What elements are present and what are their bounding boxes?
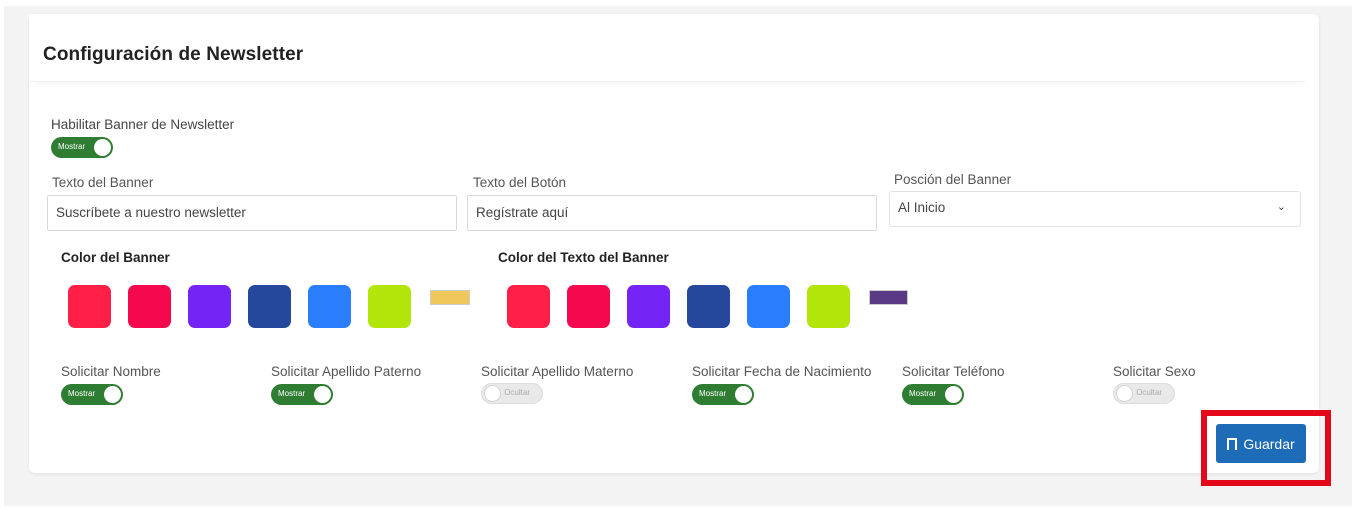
- banner-text-label: Texto del Banner: [52, 175, 154, 190]
- toggle-knob: [314, 386, 331, 403]
- text-color-selected-swatch[interactable]: [869, 290, 908, 305]
- chevron-down-icon: ⌄: [1276, 201, 1286, 213]
- banner-position-value: Al Inicio: [898, 200, 946, 215]
- toggle-sexo[interactable]: Ocultar: [1113, 383, 1175, 404]
- enable-banner-label: Habilitar Banner de Newsletter: [51, 117, 235, 132]
- banner-text-input[interactable]: Suscríbete a nuestro newsletter: [47, 195, 457, 231]
- text-color-swatch-blue[interactable]: [747, 285, 790, 328]
- banner-color-swatch-pink[interactable]: [128, 285, 171, 328]
- banner-color-swatch-lime[interactable]: [368, 285, 411, 328]
- banner-color-label: Color del Banner: [61, 250, 170, 265]
- button-text-label: Texto del Botón: [473, 175, 567, 190]
- toggle-knob: [104, 386, 121, 403]
- text-color-label: Color del Texto del Banner: [498, 250, 669, 265]
- field-label-nombre: Solicitar Nombre: [61, 364, 161, 379]
- banner-position-label: Posción del Banner: [894, 172, 1012, 187]
- toggle-text: Mostrar: [699, 389, 727, 398]
- text-color-swatch-red[interactable]: [507, 285, 550, 328]
- banner-color-swatch-blue[interactable]: [308, 285, 351, 328]
- field-label-sexo: Solicitar Sexo: [1113, 364, 1196, 379]
- text-color-swatch-purple[interactable]: [627, 285, 670, 328]
- toggle-apellido-materno[interactable]: Ocultar: [481, 383, 543, 404]
- text-color-swatch-pink[interactable]: [567, 285, 610, 328]
- toggle-text: Mostrar: [278, 389, 306, 398]
- toggle-fecha-nacimiento[interactable]: Mostrar: [692, 384, 754, 405]
- highlight-box: [1201, 410, 1331, 486]
- field-label-telefono: Solicitar Teléfono: [902, 364, 1005, 379]
- field-label-apellido-paterno: Solicitar Apellido Paterno: [271, 364, 422, 379]
- text-color-swatch-lime[interactable]: [807, 285, 850, 328]
- button-text-input[interactable]: Regístrate aquí: [467, 195, 877, 231]
- banner-position-select[interactable]: Al Inicio ⌄: [889, 191, 1301, 227]
- banner-color-swatch-navy[interactable]: [248, 285, 291, 328]
- toggle-knob: [945, 386, 962, 403]
- banner-color-swatch-purple[interactable]: [188, 285, 231, 328]
- banner-color-swatch-red[interactable]: [68, 285, 111, 328]
- banner-color-selected-swatch[interactable]: [430, 290, 470, 305]
- field-label-apellido-materno: Solicitar Apellido Materno: [481, 364, 634, 379]
- newsletter-config-card: Configuración de Newsletter: [29, 14, 1319, 473]
- toggle-knob: [735, 386, 752, 403]
- toggle-knob: [1116, 385, 1133, 402]
- toggle-text: Ocultar: [504, 388, 530, 397]
- field-label-fecha-nacimiento: Solicitar Fecha de Nacimiento: [692, 364, 872, 379]
- toggle-text: Mostrar: [58, 142, 86, 151]
- toggle-text: Mostrar: [909, 389, 937, 398]
- toggle-telefono[interactable]: Mostrar: [902, 384, 964, 405]
- card-header: Configuración de Newsletter: [29, 14, 1305, 82]
- toggle-nombre[interactable]: Mostrar: [61, 384, 123, 405]
- toggle-text: Ocultar: [1136, 388, 1162, 397]
- toggle-knob: [94, 139, 111, 156]
- text-color-swatch-navy[interactable]: [687, 285, 730, 328]
- toggle-knob: [484, 385, 501, 402]
- toggle-apellido-paterno[interactable]: Mostrar: [271, 384, 333, 405]
- enable-banner-toggle[interactable]: Mostrar: [51, 137, 113, 158]
- page-title: Configuración de Newsletter: [43, 44, 304, 65]
- toggle-text: Mostrar: [68, 389, 96, 398]
